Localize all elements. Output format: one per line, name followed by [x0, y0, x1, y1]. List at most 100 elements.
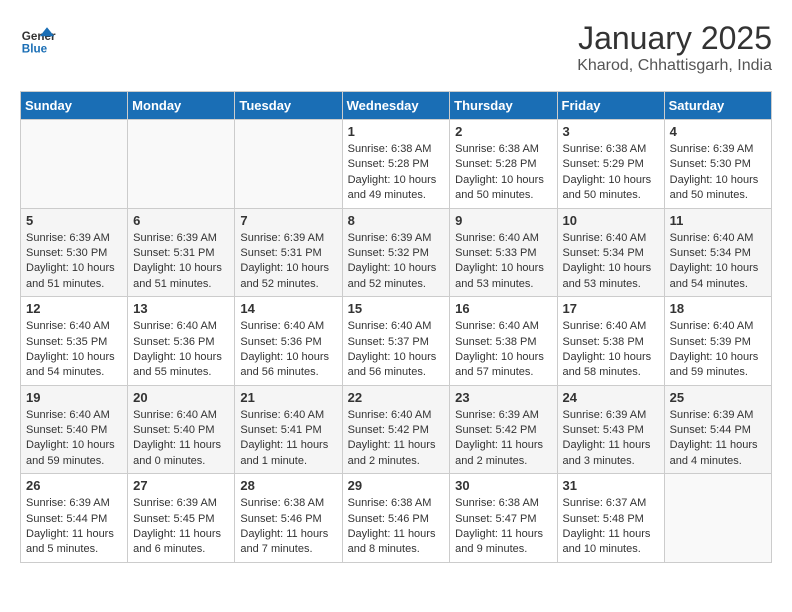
logo: General Blue — [20, 20, 56, 56]
day-info: Sunrise: 6:40 AM Sunset: 5:34 PM Dayligh… — [670, 231, 766, 293]
day-number: 15 — [348, 301, 445, 316]
day-number: 21 — [240, 390, 336, 405]
calendar-cell: 2 Sunrise: 6:38 AM Sunset: 5:28 PM Daylig… — [450, 120, 557, 209]
day-info: Sunrise: 6:40 AM Sunset: 5:41 PM Dayligh… — [240, 408, 336, 470]
calendar-cell: 23Sunrise: 6:39 AM Sunset: 5:42 PM Dayli… — [450, 385, 557, 474]
calendar-cell: 9 Sunrise: 6:40 AM Sunset: 5:33 PM Daylig… — [450, 208, 557, 297]
day-number: 8 — [348, 213, 445, 228]
weekday-header-friday: Friday — [557, 92, 664, 120]
day-number: 7 — [240, 213, 336, 228]
calendar-cell: 15Sunrise: 6:40 AM Sunset: 5:37 PM Dayli… — [342, 297, 450, 386]
day-info: Sunrise: 6:39 AM Sunset: 5:44 PM Dayligh… — [26, 496, 122, 558]
day-info: Sunrise: 6:40 AM Sunset: 5:36 PM Dayligh… — [133, 319, 229, 381]
day-number: 22 — [348, 390, 445, 405]
weekday-header-wednesday: Wednesday — [342, 92, 450, 120]
day-number: 30 — [455, 478, 551, 493]
calendar-cell: 10 Sunrise: 6:40 AM Sunset: 5:34 PM Dayli… — [557, 208, 664, 297]
day-info: Sunrise: 6:39 AM Sunset: 5:42 PM Dayligh… — [455, 408, 551, 470]
day-number: 18 — [670, 301, 766, 316]
day-info: Sunrise: 6:40 AM Sunset: 5:40 PM Dayligh… — [133, 408, 229, 470]
calendar-cell: 14 Sunrise: 6:40 AM Sunset: 5:36 PM Dayli… — [235, 297, 342, 386]
calendar-cell: 12Sunrise: 6:40 AM Sunset: 5:35 PM Dayli… — [21, 297, 128, 386]
day-info: Sunrise: 6:39 AM Sunset: 5:45 PM Dayligh… — [133, 496, 229, 558]
day-number: 6 — [133, 213, 229, 228]
day-info: Sunrise: 6:38 AM Sunset: 5:46 PM Dayligh… — [348, 496, 445, 558]
day-number: 13 — [133, 301, 229, 316]
calendar-cell: 30Sunrise: 6:38 AM Sunset: 5:47 PM Dayli… — [450, 474, 557, 563]
calendar-week-2: 5 Sunrise: 6:39 AM Sunset: 5:30 PM Daylig… — [21, 208, 772, 297]
calendar-cell: 6 Sunrise: 6:39 AM Sunset: 5:31 PM Daylig… — [128, 208, 235, 297]
calendar-cell — [21, 120, 128, 209]
month-title: January 2025 — [577, 20, 772, 57]
calendar-cell: 31 Sunrise: 6:37 AM Sunset: 5:48 PM Dayli… — [557, 474, 664, 563]
day-info: Sunrise: 6:38 AM Sunset: 5:29 PM Dayligh… — [563, 142, 659, 204]
calendar-cell: 24Sunrise: 6:39 AM Sunset: 5:43 PM Dayli… — [557, 385, 664, 474]
calendar-cell: 20 Sunrise: 6:40 AM Sunset: 5:40 PM Dayli… — [128, 385, 235, 474]
day-info: Sunrise: 6:40 AM Sunset: 5:38 PM Dayligh… — [563, 319, 659, 381]
day-number: 25 — [670, 390, 766, 405]
svg-text:Blue: Blue — [22, 42, 48, 55]
day-info: Sunrise: 6:40 AM Sunset: 5:33 PM Dayligh… — [455, 231, 551, 293]
day-info: Sunrise: 6:40 AM Sunset: 5:39 PM Dayligh… — [670, 319, 766, 381]
calendar-cell: 26 Sunrise: 6:39 AM Sunset: 5:44 PM Dayli… — [21, 474, 128, 563]
day-info: Sunrise: 6:39 AM Sunset: 5:30 PM Dayligh… — [26, 231, 122, 293]
calendar-cell: 22 Sunrise: 6:40 AM Sunset: 5:42 PM Dayli… — [342, 385, 450, 474]
day-info: Sunrise: 6:39 AM Sunset: 5:31 PM Dayligh… — [133, 231, 229, 293]
day-number: 28 — [240, 478, 336, 493]
calendar-cell: 16Sunrise: 6:40 AM Sunset: 5:38 PM Dayli… — [450, 297, 557, 386]
calendar-cell: 21 Sunrise: 6:40 AM Sunset: 5:41 PM Dayli… — [235, 385, 342, 474]
weekday-header-monday: Monday — [128, 92, 235, 120]
calendar-cell: 1 Sunrise: 6:38 AM Sunset: 5:28 PM Daylig… — [342, 120, 450, 209]
day-info: Sunrise: 6:39 AM Sunset: 5:44 PM Dayligh… — [670, 408, 766, 470]
day-number: 11 — [670, 213, 766, 228]
calendar-cell: 7 Sunrise: 6:39 AM Sunset: 5:31 PM Daylig… — [235, 208, 342, 297]
calendar-week-3: 12Sunrise: 6:40 AM Sunset: 5:35 PM Dayli… — [21, 297, 772, 386]
day-info: Sunrise: 6:38 AM Sunset: 5:28 PM Dayligh… — [455, 142, 551, 204]
calendar-cell: 13 Sunrise: 6:40 AM Sunset: 5:36 PM Dayli… — [128, 297, 235, 386]
calendar-cell: 28Sunrise: 6:38 AM Sunset: 5:46 PM Dayli… — [235, 474, 342, 563]
day-number: 24 — [563, 390, 659, 405]
day-number: 27 — [133, 478, 229, 493]
day-number: 3 — [563, 124, 659, 139]
day-info: Sunrise: 6:38 AM Sunset: 5:28 PM Dayligh… — [348, 142, 445, 204]
weekday-header-row: SundayMondayTuesdayWednesdayThursdayFrid… — [21, 92, 772, 120]
day-info: Sunrise: 6:39 AM Sunset: 5:31 PM Dayligh… — [240, 231, 336, 293]
calendar-cell — [235, 120, 342, 209]
day-number: 19 — [26, 390, 122, 405]
day-number: 4 — [670, 124, 766, 139]
day-number: 2 — [455, 124, 551, 139]
day-info: Sunrise: 6:40 AM Sunset: 5:36 PM Dayligh… — [240, 319, 336, 381]
day-number: 5 — [26, 213, 122, 228]
day-number: 17 — [563, 301, 659, 316]
calendar-cell: 25 Sunrise: 6:39 AM Sunset: 5:44 PM Dayli… — [664, 385, 771, 474]
calendar-cell — [664, 474, 771, 563]
calendar-table: SundayMondayTuesdayWednesdayThursdayFrid… — [20, 91, 772, 563]
day-info: Sunrise: 6:39 AM Sunset: 5:32 PM Dayligh… — [348, 231, 445, 293]
day-number: 1 — [348, 124, 445, 139]
calendar-cell: 18 Sunrise: 6:40 AM Sunset: 5:39 PM Dayli… — [664, 297, 771, 386]
location: Kharod, Chhattisgarh, India — [577, 57, 772, 75]
day-info: Sunrise: 6:39 AM Sunset: 5:30 PM Dayligh… — [670, 142, 766, 204]
day-number: 26 — [26, 478, 122, 493]
calendar-cell — [128, 120, 235, 209]
day-number: 31 — [563, 478, 659, 493]
calendar-cell: 8 Sunrise: 6:39 AM Sunset: 5:32 PM Daylig… — [342, 208, 450, 297]
weekday-header-tuesday: Tuesday — [235, 92, 342, 120]
calendar-week-5: 26 Sunrise: 6:39 AM Sunset: 5:44 PM Dayli… — [21, 474, 772, 563]
day-number: 9 — [455, 213, 551, 228]
logo-icon: General Blue — [20, 20, 56, 56]
calendar-cell: 11 Sunrise: 6:40 AM Sunset: 5:34 PM Dayli… — [664, 208, 771, 297]
calendar-week-1: 1 Sunrise: 6:38 AM Sunset: 5:28 PM Daylig… — [21, 120, 772, 209]
day-number: 10 — [563, 213, 659, 228]
day-info: Sunrise: 6:40 AM Sunset: 5:42 PM Dayligh… — [348, 408, 445, 470]
day-info: Sunrise: 6:40 AM Sunset: 5:35 PM Dayligh… — [26, 319, 122, 381]
day-number: 29 — [348, 478, 445, 493]
day-number: 14 — [240, 301, 336, 316]
day-number: 20 — [133, 390, 229, 405]
title-block: January 2025 Kharod, Chhattisgarh, India — [577, 20, 772, 75]
calendar-cell: 3 Sunrise: 6:38 AM Sunset: 5:29 PM Daylig… — [557, 120, 664, 209]
day-info: Sunrise: 6:40 AM Sunset: 5:34 PM Dayligh… — [563, 231, 659, 293]
weekday-header-thursday: Thursday — [450, 92, 557, 120]
svg-text:General: General — [22, 30, 56, 43]
day-info: Sunrise: 6:37 AM Sunset: 5:48 PM Dayligh… — [563, 496, 659, 558]
